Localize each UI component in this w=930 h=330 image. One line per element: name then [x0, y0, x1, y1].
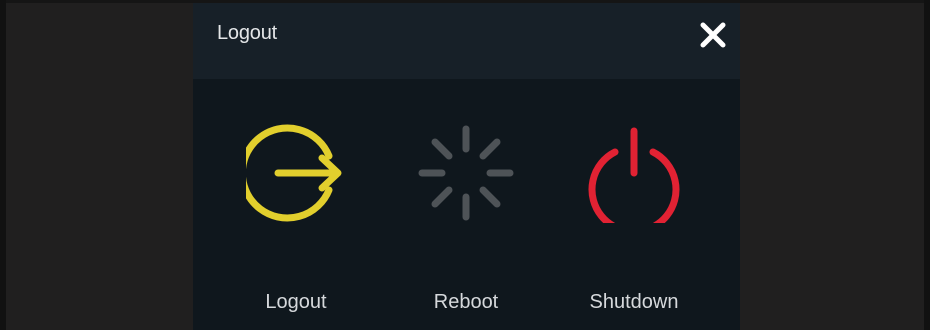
logout-button[interactable]: Logout: [216, 113, 376, 323]
shutdown-button[interactable]: Shutdown: [554, 113, 714, 323]
close-button[interactable]: [697, 19, 729, 51]
screen-right-border: [924, 0, 930, 330]
dialog-header: Logout: [193, 3, 740, 79]
reboot-spinner-icon: [418, 125, 514, 221]
reboot-label: Reboot: [433, 291, 499, 313]
close-icon: [700, 22, 726, 48]
logout-icon: [246, 124, 342, 222]
dialog-title: Logout: [217, 22, 277, 44]
screen-left-border: [0, 0, 6, 330]
shutdown-label: Shutdown: [589, 291, 679, 313]
reboot-button[interactable]: Reboot: [386, 113, 546, 323]
logout-label: Logout: [265, 291, 327, 313]
power-icon: [588, 127, 680, 223]
screen: Logout Logout Reboot Shutdown: [0, 0, 930, 330]
logout-dialog: Logout Logout Reboot Shutdown: [193, 3, 740, 330]
